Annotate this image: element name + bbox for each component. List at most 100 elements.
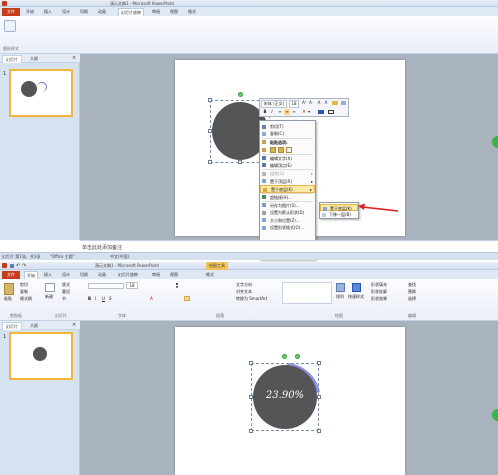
context-menu-item[interactable]: 置于顶层(R) ▸ [260, 178, 315, 185]
quick-access-undo-icon[interactable]: ↶ [16, 263, 20, 269]
tab-slides-panel-2[interactable]: 幻灯片 [2, 322, 22, 330]
find-button[interactable]: 查找 [408, 282, 416, 288]
paste-icon[interactable] [4, 283, 14, 295]
paste-option-button[interactable] [278, 146, 284, 153]
tab-file[interactable]: 文件 [2, 8, 20, 16]
replace-button[interactable]: 替换 [408, 289, 416, 295]
paste-option-button[interactable] [286, 146, 292, 153]
resize-handle-mr-2[interactable] [317, 395, 321, 399]
resize-handle-tl-2[interactable] [249, 361, 253, 365]
adjust-handle-2[interactable] [295, 354, 300, 359]
resize-handle-bm[interactable] [238, 160, 242, 164]
copy-button[interactable]: 复制 [20, 289, 28, 295]
slide-thumbnail[interactable] [9, 69, 73, 117]
font-button-b[interactable]: A [323, 100, 329, 106]
font-size-field[interactable]: 18 [289, 100, 299, 108]
shape-styles-icon[interactable] [4, 20, 16, 32]
align-center-icon-2[interactable] [184, 296, 190, 301]
context-menu-item[interactable]: 置于底层(K) ▸ [260, 185, 315, 193]
quick-access-save-icon[interactable] [10, 264, 14, 268]
tab-design-2[interactable]: 设计 [62, 271, 70, 279]
rotation-handle[interactable] [238, 92, 243, 97]
new-slide-button[interactable]: 新建 [45, 294, 53, 300]
quick-styles-icon[interactable] [352, 283, 361, 292]
align-right-button[interactable]: ≡ [291, 109, 297, 115]
context-menu-item[interactable]: 超链接(H)... [260, 194, 315, 201]
quick-styles-button[interactable]: 快速样式 [348, 294, 364, 300]
align-left-button[interactable]: ≡ [277, 109, 283, 115]
font-color-button-2[interactable]: A [150, 296, 153, 302]
context-menu-item[interactable]: 设置形状格式(O)... [260, 224, 315, 231]
tab-outline-panel-2[interactable]: 大纲 [24, 322, 44, 330]
tab-insert-2[interactable]: 插入 [44, 271, 52, 279]
align-center-button[interactable]: ≡ [284, 109, 290, 115]
cut-button[interactable]: 剪切 [20, 282, 28, 288]
shape-fill-button[interactable]: 形状填充 [371, 282, 387, 288]
font-name-box[interactable] [88, 283, 124, 289]
paste-button[interactable]: 粘贴 [4, 296, 12, 302]
tab-outline-panel[interactable]: 大纲 [24, 55, 44, 63]
notes-pane[interactable]: 单击此处添加备注 [80, 240, 498, 252]
italic-button-2[interactable]: I [95, 296, 96, 302]
close-pane-icon[interactable]: × [72, 55, 76, 61]
resize-handle-bl[interactable] [208, 160, 212, 164]
submenu-send-backward[interactable]: 下移一层(B) [320, 211, 358, 218]
underline-button-2[interactable]: U [102, 296, 105, 302]
context-menu-item[interactable]: 剪切(T) [260, 123, 315, 130]
tab-transitions[interactable]: 切换 [80, 8, 88, 16]
arrange-icon[interactable] [336, 283, 345, 292]
strike-button-2[interactable]: S [109, 296, 112, 302]
paint-icon[interactable] [341, 101, 346, 105]
format-painter-button[interactable]: 格式刷 [20, 296, 32, 302]
smartart-button[interactable]: 转换为 SmartArt [236, 296, 267, 302]
shape-fill-icon[interactable] [318, 110, 324, 114]
context-menu-item[interactable]: 另存为图片(S)... [260, 202, 315, 209]
resize-handle-bl-2[interactable] [249, 429, 253, 433]
section-button[interactable]: 节 [62, 296, 66, 302]
bold-button-2[interactable]: B [88, 296, 91, 302]
tab-transitions-2[interactable]: 切换 [80, 271, 88, 279]
new-slide-icon[interactable] [45, 283, 55, 292]
tab-file-2[interactable]: 文件 [2, 271, 20, 279]
tab-review-2[interactable]: 审阅 [152, 271, 160, 279]
grow-font-button[interactable]: A⁺ [301, 100, 308, 106]
font-name-field[interactable]: 宋体 (正文) [261, 100, 287, 108]
format-painter-icon[interactable] [332, 101, 338, 105]
font-size-box[interactable]: 18 [126, 282, 138, 289]
align-text-button[interactable]: 对齐文本 [236, 289, 252, 295]
tab-design[interactable]: 设计 [62, 8, 70, 16]
scroll-indicator-2[interactable] [492, 409, 498, 421]
tab-home[interactable]: 开始 [26, 8, 34, 16]
tab-view[interactable]: 视图 [170, 8, 178, 16]
context-menu-item[interactable] [260, 146, 315, 153]
tab-slideshow-2[interactable]: 幻灯片放映 [118, 271, 138, 279]
select-button[interactable]: 选择 [408, 296, 416, 302]
shrink-font-button[interactable]: A⁻ [308, 100, 315, 106]
bullets-icon[interactable] [176, 283, 182, 288]
resize-handle-ml-2[interactable] [249, 395, 253, 399]
font-button-a[interactable]: A [316, 100, 322, 106]
context-menu-item[interactable]: 粘贴选项: [260, 139, 315, 146]
shapes-gallery[interactable] [282, 282, 332, 304]
tab-format[interactable]: 格式 [188, 8, 196, 16]
arrange-button[interactable]: 排列 [336, 294, 344, 300]
context-menu-item[interactable]: 编辑顶点(E) [260, 162, 315, 169]
slide-canvas-2[interactable]: 23.90% [175, 327, 405, 475]
tab-slides-panel[interactable]: 幻灯片 [2, 55, 22, 63]
resize-handle-tl[interactable] [208, 98, 212, 102]
italic-button[interactable]: I [269, 109, 275, 115]
layout-button[interactable]: 版式 [62, 282, 70, 288]
rotation-handle-2[interactable] [282, 354, 287, 359]
text-direction-button[interactable]: 文字方向 [236, 282, 252, 288]
slide-thumbnail-2[interactable] [9, 332, 73, 380]
tab-animations[interactable]: 动画 [98, 8, 106, 16]
close-pane-icon-2[interactable]: × [72, 322, 76, 328]
shape-outline-button[interactable]: 形状轮廓 [371, 289, 387, 295]
context-menu-item[interactable]: 大小和位置(Z)... [260, 217, 315, 224]
font-color-dropdown[interactable]: ▾ [307, 109, 311, 115]
context-menu-item[interactable]: 编辑文字(X) [260, 155, 315, 162]
resize-handle-ml[interactable] [208, 129, 212, 133]
context-menu-item[interactable]: 复制(C) [260, 130, 315, 137]
context-menu-item[interactable]: 设置为默认形状(D) [260, 209, 315, 216]
shape-effects-button[interactable]: 形状效果 [371, 296, 387, 302]
